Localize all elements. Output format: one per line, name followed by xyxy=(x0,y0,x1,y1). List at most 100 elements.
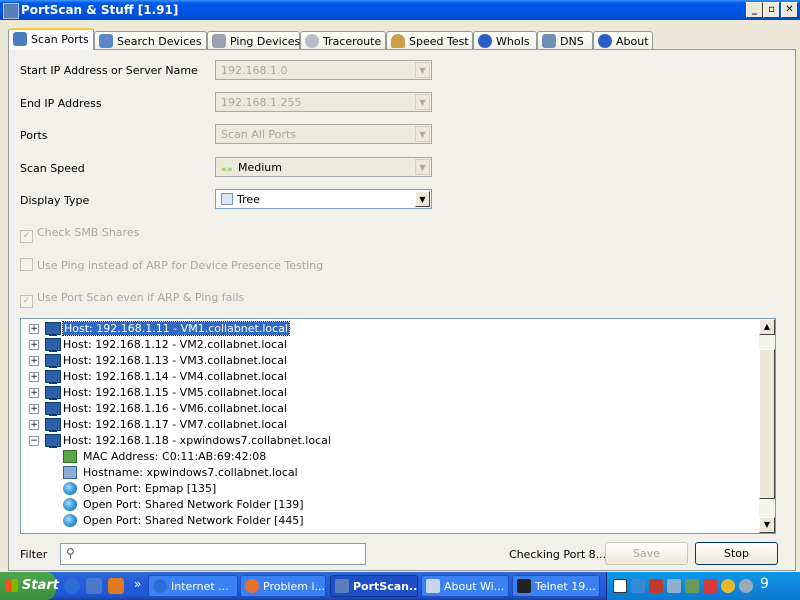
task-firefox[interactable]: Problem l... xyxy=(240,575,326,597)
start-button[interactable]: Start xyxy=(0,572,59,600)
tab-whois[interactable]: WhoIs xyxy=(473,31,537,49)
stop-button[interactable]: Stop xyxy=(695,542,778,565)
computer-icon xyxy=(45,354,61,368)
display-type-combo[interactable]: Tree ▼ xyxy=(215,189,432,209)
expand-icon[interactable]: + xyxy=(29,420,39,430)
scroll-down-icon[interactable]: ▼ xyxy=(759,517,775,533)
save-button[interactable]: Save xyxy=(605,542,688,565)
scan-speed-combo: »» Medium ▼ xyxy=(215,157,432,177)
task-label: Telnet 19... xyxy=(535,580,596,593)
detail-label: Open Port: Shared Network Folder [139] xyxy=(83,498,304,511)
security-icon[interactable] xyxy=(649,579,663,593)
tree-host-row[interactable]: + Host: 192.168.1.13 - VM3.collabnet.loc… xyxy=(21,353,759,369)
tab-traceroute[interactable]: Traceroute xyxy=(300,31,386,49)
media-player-icon[interactable] xyxy=(108,578,124,594)
expand-icon[interactable]: + xyxy=(29,324,39,334)
scroll-up-icon[interactable]: ▲ xyxy=(759,319,775,335)
expand-icon[interactable]: + xyxy=(29,404,39,414)
expand-icon[interactable]: + xyxy=(29,356,39,366)
chevron-down-icon[interactable]: ▼ xyxy=(415,191,430,207)
battery-icon[interactable] xyxy=(685,579,699,593)
host-label: Host: 192.168.1.14 - VM4.collabnet.local xyxy=(63,370,287,383)
results-tree[interactable]: + Host: 192.168.1.11 - VM1.collabnet.loc… xyxy=(20,318,776,534)
task-portscan[interactable]: PortScan... xyxy=(330,575,418,597)
tab-label: Search Devices xyxy=(117,35,202,48)
tree-host-row[interactable]: + Host: 192.168.1.15 - VM5.collabnet.loc… xyxy=(21,385,759,401)
search-icon: ⚲ xyxy=(66,546,75,560)
checkbox-checked-icon: ✓ xyxy=(20,295,33,308)
tab-search-devices[interactable]: Search Devices xyxy=(94,31,207,49)
expand-icon[interactable]: + xyxy=(29,388,39,398)
quicklaunch-chevron-icon[interactable]: » xyxy=(134,577,141,591)
tab-scan-ports[interactable]: Scan Ports xyxy=(8,28,94,50)
maximize-button[interactable]: ▫ xyxy=(763,2,780,18)
portscan-icon xyxy=(335,579,349,593)
tree-detail-row[interactable]: Hostname: xpwindows7.collabnet.local xyxy=(21,465,759,481)
volume-icon[interactable] xyxy=(667,579,681,593)
windows-logo-icon xyxy=(5,579,18,592)
network-card-icon xyxy=(63,450,77,463)
filter-label: Filter xyxy=(20,548,48,561)
task-label: About Wi... xyxy=(444,580,505,593)
clock[interactable]: 9 xyxy=(760,576,769,592)
checkbox-checked-icon: ✓ xyxy=(20,230,33,243)
use-port-scan-label: Use Port Scan even if ARP & Ping fails xyxy=(37,291,245,304)
title-bar[interactable]: PortScan & Stuff [1.91] _ ▫ ✕ xyxy=(0,0,800,20)
task-telnet[interactable]: Telnet 19... xyxy=(512,575,600,597)
task-label: Internet ... xyxy=(171,580,229,593)
tree-host-row[interactable]: + Host: 192.168.1.11 - VM1.collabnet.loc… xyxy=(21,321,759,337)
tab-speed-test[interactable]: Speed Test xyxy=(386,31,473,49)
tree-host-row[interactable]: + Host: 192.168.1.12 - VM2.collabnet.loc… xyxy=(21,337,759,353)
network-icon[interactable] xyxy=(631,579,645,593)
task-internet-explorer[interactable]: Internet ... xyxy=(148,575,238,597)
filter-field[interactable]: ⚲ xyxy=(60,543,366,565)
help-icon[interactable] xyxy=(613,579,627,593)
tree-detail-row[interactable]: Open Port: Epmap [135] xyxy=(21,481,759,497)
tree-host-row[interactable]: + Host: 192.168.1.14 - VM4.collabnet.loc… xyxy=(21,369,759,385)
ports-label: Ports xyxy=(20,129,48,142)
close-button[interactable]: ✕ xyxy=(781,2,798,18)
tree-detail-row[interactable]: MAC Address: C0:11:AB:69:42:08 xyxy=(21,449,759,465)
tree-host-row[interactable]: − Host: 192.168.1.18 - xpwindows7.collab… xyxy=(21,433,759,449)
filter-input[interactable] xyxy=(83,546,365,564)
collapse-icon[interactable]: − xyxy=(29,436,39,446)
alert-icon[interactable] xyxy=(703,579,717,593)
use-port-scan-checkbox: ✓ Use Port Scan even if ARP & Ping fails xyxy=(20,291,244,308)
tab-label: DNS xyxy=(560,35,584,48)
tab-dns[interactable]: DNS xyxy=(537,31,593,49)
tab-label: Traceroute xyxy=(323,35,382,48)
show-desktop-icon[interactable] xyxy=(86,578,102,594)
task-about-windows[interactable]: About Wi... xyxy=(421,575,509,597)
tree-detail-row[interactable]: Open Port: Shared Network Folder [445] xyxy=(21,513,759,529)
tree-detail-row[interactable]: Open Port: Shared Network Folder [139] xyxy=(21,497,759,513)
display-type-label: Display Type xyxy=(20,194,90,207)
computer-icon xyxy=(45,418,61,432)
minimize-button[interactable]: _ xyxy=(746,2,763,18)
tab-label: About xyxy=(616,35,649,48)
console-icon xyxy=(517,579,531,593)
expand-icon[interactable]: + xyxy=(29,372,39,382)
ie-icon xyxy=(153,579,167,593)
globe-icon xyxy=(63,514,77,527)
whois-icon xyxy=(478,34,492,48)
tray-app-icon[interactable] xyxy=(739,579,753,593)
expand-icon[interactable]: + xyxy=(29,340,39,350)
vertical-scrollbar[interactable]: ▲ ▼ xyxy=(759,319,775,533)
chevron-down-icon: ▼ xyxy=(415,94,430,110)
computer-icon xyxy=(45,386,61,400)
computer-icon xyxy=(45,322,61,336)
system-tray xyxy=(606,572,800,600)
search-devices-icon xyxy=(99,34,113,48)
detail-label: Open Port: Epmap [135] xyxy=(83,482,217,495)
tree-host-row[interactable]: + Host: 192.168.1.17 - VM7.collabnet.loc… xyxy=(21,417,759,433)
tab-about[interactable]: About xyxy=(593,31,653,49)
ie-quicklaunch-icon[interactable] xyxy=(64,578,80,594)
start-ip-combo: 192.168.1.0 ▼ xyxy=(215,60,432,80)
ports-value: Scan All Ports xyxy=(221,128,296,141)
about-icon xyxy=(598,34,612,48)
scroll-thumb[interactable] xyxy=(759,349,775,499)
tree-host-row[interactable]: + Host: 192.168.1.16 - VM6.collabnet.loc… xyxy=(21,401,759,417)
display-type-value: Tree xyxy=(237,193,260,206)
updates-icon[interactable] xyxy=(721,579,735,593)
tab-ping-devices[interactable]: Ping Devices xyxy=(207,31,300,49)
